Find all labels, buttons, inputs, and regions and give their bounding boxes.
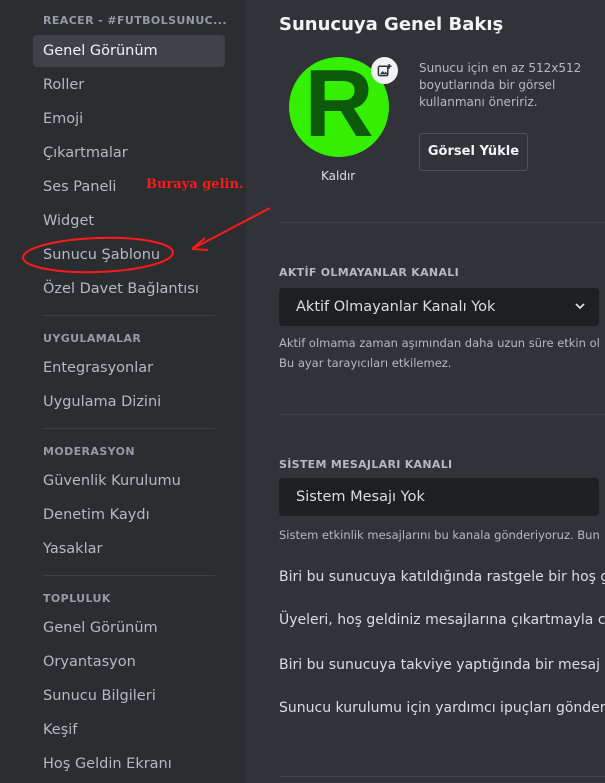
sidebar-item-audit-log[interactable]: Denetim Kaydı bbox=[33, 499, 225, 531]
option-welcome-message[interactable]: Biri bu sunucuya katıldığında rastgele b… bbox=[279, 569, 605, 585]
moderation-section-header: MODERASYON bbox=[43, 445, 135, 458]
inactive-help-line-1: Aktif olmama zaman aşımından daha uzun s… bbox=[279, 336, 600, 350]
sidebar-divider bbox=[43, 428, 215, 429]
sidebar-item-app-directory[interactable]: Uygulama Dizini bbox=[33, 386, 225, 418]
sidebar-item-community-overview[interactable]: Genel Görünüm bbox=[33, 612, 225, 644]
remove-icon-link[interactable]: Kaldır bbox=[321, 169, 355, 183]
section-divider bbox=[279, 414, 605, 415]
icon-size-hint: Sunucu için en az 512x512 boyutlarında b… bbox=[419, 61, 582, 109]
sidebar-item-discovery[interactable]: Keşif bbox=[33, 714, 225, 746]
sidebar-item-onboarding[interactable]: Oryantasyon bbox=[33, 646, 225, 678]
page-title: Sunucuya Genel Bakış bbox=[279, 14, 504, 35]
section-divider bbox=[279, 222, 605, 223]
sidebar-item-server-info[interactable]: Sunucu Bilgileri bbox=[33, 680, 225, 712]
chevron-down-icon bbox=[575, 303, 585, 310]
sidebar-item-safety-setup[interactable]: Güvenlik Kurulumu bbox=[33, 465, 225, 497]
annotation-circle bbox=[22, 236, 174, 274]
system-channel-select[interactable]: Sistem Mesajı Yok bbox=[279, 478, 599, 516]
section-divider bbox=[279, 776, 605, 777]
inactive-help-line-2: Bu ayar tarayıcıları etkilemez. bbox=[279, 356, 452, 370]
sidebar-item-bans[interactable]: Yasaklar bbox=[33, 533, 225, 565]
inactive-channel-label: AKTİF OLMAYANLAR KANALI bbox=[279, 266, 459, 279]
sidebar-divider bbox=[43, 575, 215, 576]
sidebar-divider bbox=[43, 315, 215, 316]
community-section-header: TOPLULUK bbox=[43, 592, 111, 605]
option-boost-message[interactable]: Biri bu sunucuya takviye yaptığında bir … bbox=[279, 657, 605, 673]
sidebar-item-welcome-screen[interactable]: Hoş Geldin Ekranı bbox=[33, 748, 225, 780]
server-overview-panel: Sunucuya Genel Bakış R Kaldır Sunucu içi… bbox=[246, 0, 605, 783]
sidebar-item-integrations[interactable]: Entegrasyonlar bbox=[33, 352, 225, 384]
apps-section-header: UYGULAMALAR bbox=[43, 332, 142, 345]
inactive-channel-select[interactable]: Aktif Olmayanlar Kanalı Yok bbox=[279, 288, 599, 326]
option-sticker-reply[interactable]: Üyeleri, hoş geldiniz mesajlarına çıkart… bbox=[279, 612, 605, 628]
upload-image-button[interactable]: Görsel Yükle bbox=[419, 133, 528, 171]
inactive-channel-value: Aktif Olmayanlar Kanalı Yok bbox=[296, 299, 496, 315]
system-help: Sistem etkinlik mesajlarını bu kanala gö… bbox=[279, 528, 600, 542]
system-channel-label: SİSTEM MESAJLARI KANALI bbox=[279, 458, 453, 471]
annotation-text: Buraya gelin. bbox=[146, 177, 244, 192]
upload-image-icon[interactable] bbox=[371, 57, 398, 84]
system-channel-value: Sistem Mesajı Yok bbox=[296, 489, 425, 505]
option-setup-tips[interactable]: Sunucu kurulumu için yardımcı ipuçları g… bbox=[279, 700, 605, 716]
